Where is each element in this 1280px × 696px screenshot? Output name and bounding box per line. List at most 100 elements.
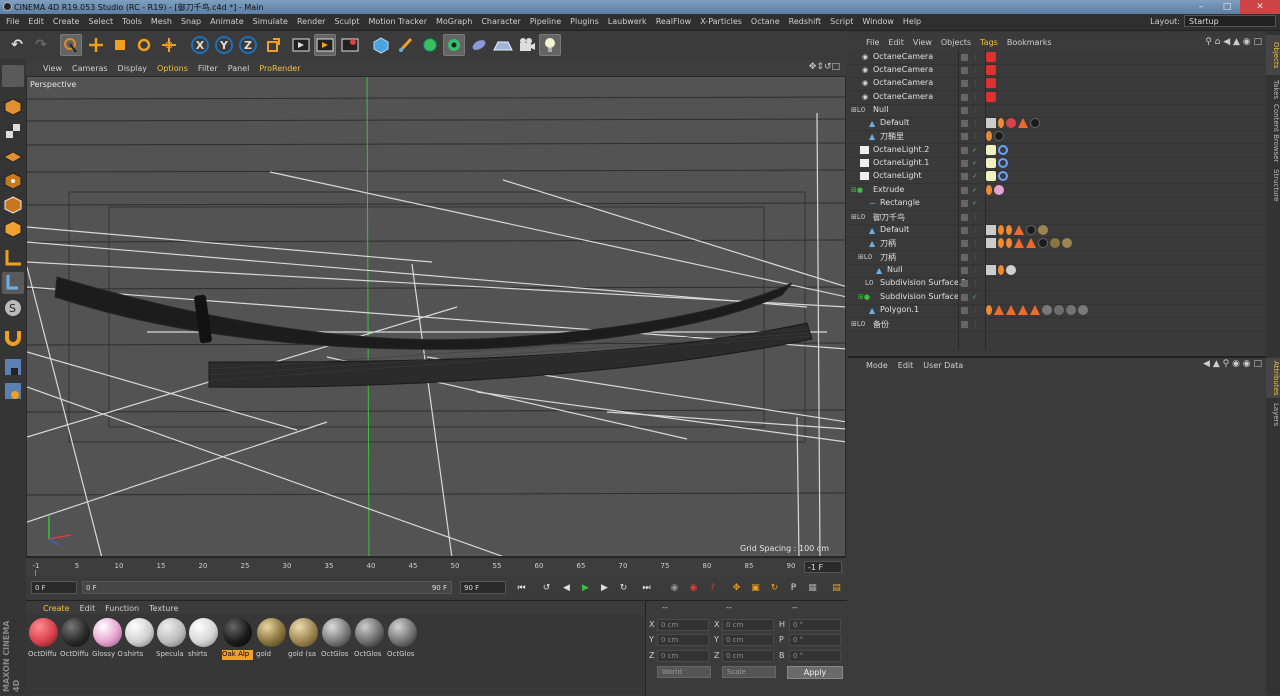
timeline-ruler[interactable]: -1 5 10 15 20 25 30 35 40 45 50 55 60 65… xyxy=(26,557,846,578)
transform-tool-icon[interactable] xyxy=(158,34,180,56)
object-menu-objects[interactable]: Objects xyxy=(941,38,971,47)
menu-realflow[interactable]: RealFlow xyxy=(656,17,692,26)
layout-select[interactable]: Startup xyxy=(1184,15,1276,27)
pos-z-field[interactable]: 0 cm xyxy=(657,650,709,662)
viewport-menu-prorender[interactable]: ProRender xyxy=(259,64,300,73)
apply-button[interactable]: Apply xyxy=(787,666,843,679)
visibility-toggle[interactable] xyxy=(961,94,968,101)
visibility-toggle[interactable] xyxy=(961,254,968,261)
object-row[interactable]: ▲ Default ⋮ xyxy=(848,117,1266,131)
minimize-icon[interactable]: – xyxy=(1188,0,1214,14)
enable-axis-icon[interactable] xyxy=(2,247,24,269)
render-dots[interactable]: ⋮ xyxy=(972,306,979,314)
object-row[interactable]: ⊞● Subdivision Surface ✓ xyxy=(848,291,1266,305)
light-icon[interactable] xyxy=(539,34,561,56)
move-tool-icon[interactable] xyxy=(85,34,107,56)
object-row[interactable]: ▲ 刀鞘里 ⋮ xyxy=(848,130,1266,144)
viewport-menu-cameras[interactable]: Cameras xyxy=(72,64,108,73)
make-editable-icon[interactable] xyxy=(2,65,24,87)
position-key-icon[interactable]: ✥ xyxy=(729,580,744,595)
viewport-nav-icons[interactable]: ✥⇕↺□ xyxy=(809,62,840,72)
object-row[interactable]: ∽ Rectangle ✓ xyxy=(848,197,1266,211)
object-row[interactable]: ▲ Null ⋮ xyxy=(848,264,1266,278)
material-swatch[interactable]: shirts xyxy=(124,617,155,661)
perspective-viewport[interactable]: Perspective Grid Spacing : 100 cm xyxy=(26,76,846,557)
size-mode-dropdown[interactable]: Scale xyxy=(722,666,776,678)
coordinate-system-icon[interactable] xyxy=(262,34,284,56)
render-dots[interactable]: ⋮ xyxy=(972,93,979,101)
object-row[interactable]: ▲ Polygon.1 ⋮ xyxy=(848,304,1266,318)
material-swatch[interactable]: OctDiffu xyxy=(60,617,91,661)
material-swatch[interactable]: OctGlos xyxy=(321,617,352,661)
material-swatch-selected[interactable]: Oak Alp xyxy=(222,617,253,661)
rotation-key-icon[interactable]: ↻ xyxy=(767,580,782,595)
menu-sculpt[interactable]: Sculpt xyxy=(334,17,359,26)
deformer-icon[interactable] xyxy=(468,34,490,56)
render-settings-icon[interactable] xyxy=(339,34,361,56)
end-frame-field[interactable]: 90 F xyxy=(460,581,506,594)
object-row[interactable]: ⊞L0 Null ⋮ xyxy=(848,104,1266,118)
object-row[interactable]: ◉ OctaneCamera ⋮ xyxy=(848,51,1266,65)
previous-key-icon[interactable]: ↺ xyxy=(539,580,554,595)
floor-environment-icon[interactable] xyxy=(492,34,514,56)
undo-icon[interactable]: ↶ xyxy=(6,34,28,56)
menu-select[interactable]: Select xyxy=(88,17,113,26)
attributes-nav-icons[interactable]: ◀ ▲ ⚲ ◉ ◉ □ xyxy=(1203,359,1262,369)
menu-mesh[interactable]: Mesh xyxy=(151,17,172,26)
close-icon[interactable]: ✕ xyxy=(1240,0,1280,14)
z-axis-lock-icon[interactable]: Z xyxy=(237,34,259,56)
menu-script[interactable]: Script xyxy=(830,17,853,26)
edges-mode-icon[interactable] xyxy=(2,194,24,216)
material-menu-texture[interactable]: Texture xyxy=(149,604,178,613)
visibility-toggle[interactable] xyxy=(961,200,968,207)
next-frame-icon[interactable]: ▶ xyxy=(597,580,612,595)
scale-tool-icon[interactable] xyxy=(109,34,131,56)
current-frame-field[interactable]: -1 F xyxy=(804,561,842,573)
pos-y-field[interactable]: 0 cm xyxy=(657,634,709,646)
visibility-toggle[interactable] xyxy=(961,267,968,274)
parameter-key-icon[interactable]: P xyxy=(786,580,801,595)
next-key-icon[interactable]: ↻ xyxy=(616,580,631,595)
viewport-menu-panel[interactable]: Panel xyxy=(228,64,250,73)
polygons-mode-icon[interactable] xyxy=(2,218,24,240)
rot-b-field[interactable]: 0 ° xyxy=(789,650,841,662)
menu-tools[interactable]: Tools xyxy=(122,17,142,26)
material-swatch[interactable]: gold xyxy=(256,617,287,661)
material-swatch[interactable]: OctDiffu xyxy=(28,617,59,661)
locked-workplane-icon[interactable] xyxy=(2,356,24,378)
material-menu-create[interactable]: Create xyxy=(43,604,70,613)
render-dots[interactable]: ⋮ xyxy=(972,66,979,74)
play-forward-icon[interactable]: ▶ xyxy=(578,580,593,595)
rot-p-field[interactable]: 0 ° xyxy=(789,634,841,646)
attributes-menu-mode[interactable]: Mode xyxy=(866,361,888,370)
scale-key-icon[interactable]: ▣ xyxy=(748,580,763,595)
mograph-cloner-icon[interactable] xyxy=(443,34,465,56)
menu-snap[interactable]: Snap xyxy=(181,17,201,26)
menu-render[interactable]: Render xyxy=(297,17,325,26)
render-dots[interactable]: ✓ xyxy=(972,199,978,207)
attributes-menu-edit[interactable]: Edit xyxy=(898,361,914,370)
planar-workplane-icon[interactable] xyxy=(2,380,24,402)
menu-character[interactable]: Character xyxy=(481,17,521,26)
tab-content-browser[interactable]: Content Browser xyxy=(1266,103,1280,163)
tweak-mode-icon[interactable] xyxy=(2,272,24,294)
render-dots[interactable]: ⋮ xyxy=(972,239,979,247)
render-dots[interactable]: ⋮ xyxy=(972,226,979,234)
subdivision-surface-icon[interactable] xyxy=(419,34,441,56)
render-dots[interactable]: ✓ xyxy=(972,159,978,167)
pen-spline-icon[interactable] xyxy=(395,34,417,56)
render-dots[interactable]: ⋮ xyxy=(972,132,979,140)
render-dots[interactable]: ⋮ xyxy=(972,106,979,114)
object-row[interactable]: ⊞L0 刀柄 ⋮ xyxy=(848,251,1266,265)
viewport-menu-filter[interactable]: Filter xyxy=(198,64,218,73)
timeline-playhead[interactable] xyxy=(35,570,36,576)
visibility-toggle[interactable] xyxy=(961,227,968,234)
object-menu-view[interactable]: View xyxy=(913,38,932,47)
record-keys-disabled-icon[interactable]: ◉ xyxy=(667,580,682,595)
autokeying-icon[interactable]: ◉ xyxy=(686,580,701,595)
tab-layers[interactable]: Layers xyxy=(1266,401,1280,429)
render-to-picture-viewer-icon[interactable] xyxy=(314,34,336,56)
coordinate-space-dropdown[interactable]: World xyxy=(657,666,711,678)
render-dots[interactable]: ⋮ xyxy=(972,279,979,287)
viewport-menu-view[interactable]: View xyxy=(43,64,62,73)
